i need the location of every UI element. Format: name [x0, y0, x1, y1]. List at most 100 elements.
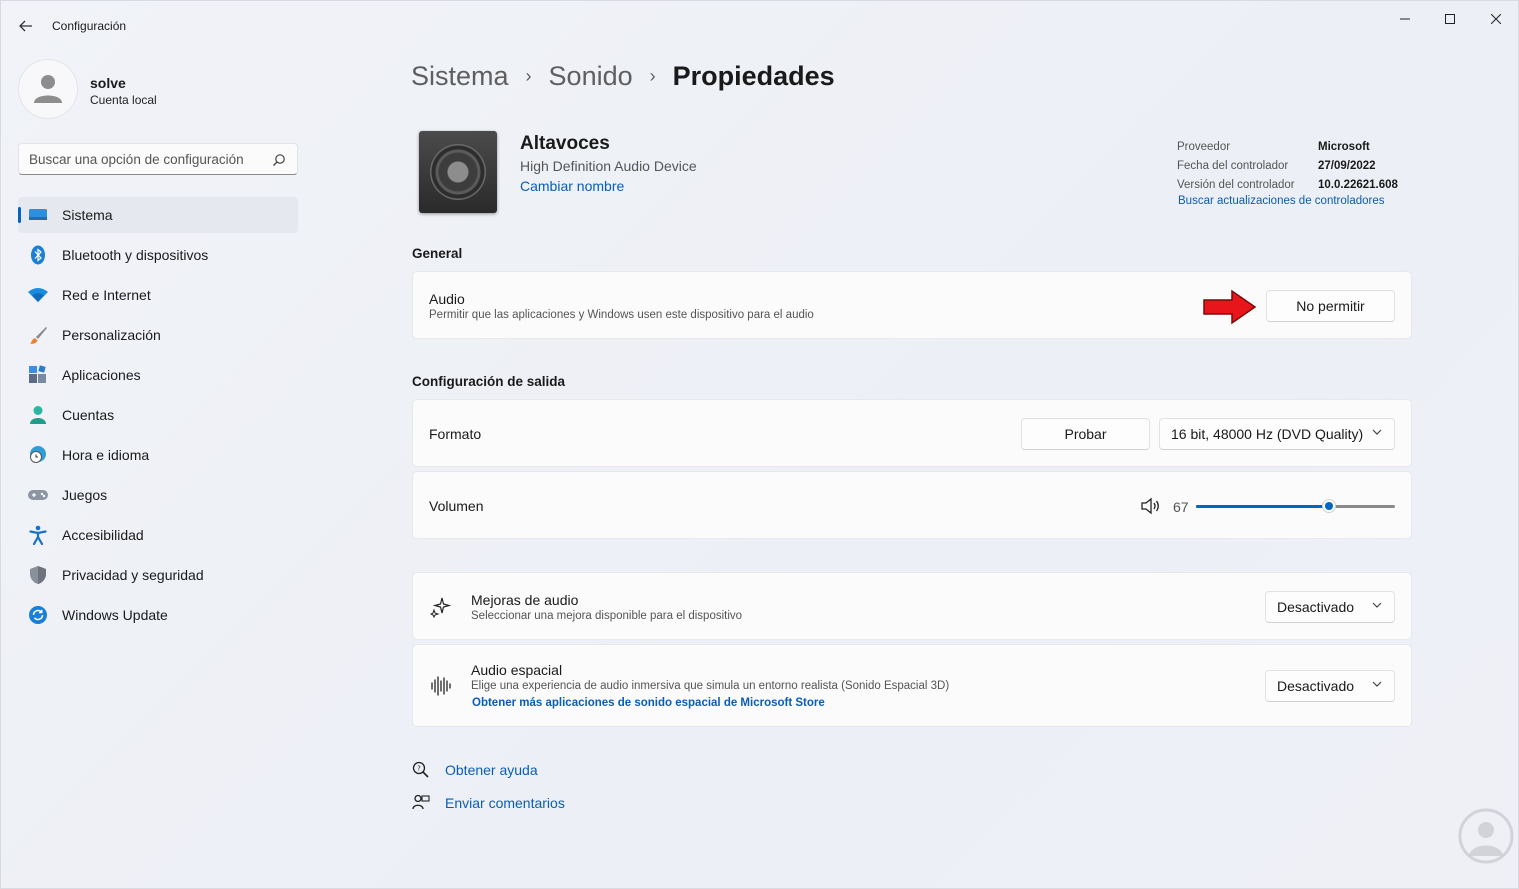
sidebar-item-label: Personalización: [62, 327, 161, 343]
sidebar-item-aplicaciones[interactable]: Aplicaciones: [18, 357, 298, 393]
help-icon: ?: [411, 760, 431, 780]
sidebar-item-label: Aplicaciones: [62, 367, 141, 383]
help-link[interactable]: Obtener ayuda: [445, 762, 538, 778]
maximize-button[interactable]: [1427, 7, 1473, 31]
rename-link[interactable]: Cambiar nombre: [520, 178, 624, 194]
person-icon: [27, 404, 49, 426]
minimize-icon: [1400, 18, 1410, 20]
sidebar-item-label: Juegos: [62, 487, 108, 503]
volume-slider[interactable]: [1196, 498, 1395, 514]
info-value: Microsoft: [1318, 140, 1370, 153]
info-key: Versión del controlador: [1177, 178, 1295, 191]
driver-info-row: Proveedor Microsoft: [1177, 137, 1398, 156]
enhancements-select[interactable]: Desactivado: [1265, 591, 1395, 623]
chevron-down-icon: [1372, 679, 1382, 692]
minimize-button[interactable]: [1382, 7, 1428, 31]
sidebar-item-label: Cuentas: [62, 407, 115, 423]
volume-slider-fill: [1196, 505, 1329, 508]
sidebar-item-bluetooth[interactable]: Bluetooth y dispositivos: [18, 237, 298, 273]
arrow-left-icon: [19, 20, 32, 32]
volume-slider-thumb[interactable]: [1322, 499, 1336, 513]
deny-audio-button[interactable]: No permitir: [1266, 290, 1395, 322]
brush-icon: [27, 324, 49, 346]
feedback-icon: [411, 793, 431, 813]
enhancements-description: Seleccionar una mejora disponible para e…: [471, 610, 743, 622]
format-card: Formato Probar 16 bit, 48000 Hz (DVD Qua…: [412, 399, 1412, 467]
sidebar-item-label: Accesibilidad: [62, 527, 144, 543]
breadcrumb-item-sonido[interactable]: Sonido: [549, 61, 633, 92]
monitor-icon: [27, 204, 49, 226]
sidebar-item-personalizacion[interactable]: Personalización: [18, 317, 298, 353]
volume-card: Volumen 67: [412, 471, 1412, 539]
section-title-general: General: [412, 246, 463, 261]
sidebar-item-privacidad[interactable]: Privacidad y seguridad: [18, 557, 298, 593]
sidebar-item-accesibilidad[interactable]: Accesibilidad: [18, 517, 298, 553]
title-bar: Configuración: [1, 1, 1518, 51]
back-button[interactable]: [13, 13, 39, 39]
sidebar-item-label: Bluetooth y dispositivos: [62, 247, 209, 263]
speaker-icon: [419, 131, 497, 213]
apps-icon: [27, 364, 49, 386]
info-value: 27/09/2022: [1318, 159, 1376, 172]
sidebar-item-hora[interactable]: Hora e idioma: [18, 437, 298, 473]
account-type: Cuenta local: [90, 93, 157, 107]
sparkle-icon: [430, 597, 452, 618]
sidebar-item-label: Red e Internet: [62, 287, 151, 303]
audio-card: Audio Permitir que las aplicaciones y Wi…: [412, 271, 1412, 339]
sidebar-item-windows-update[interactable]: Windows Update: [18, 597, 298, 633]
store-link[interactable]: Obtener más aplicaciones de sonido espac…: [472, 697, 825, 709]
test-button[interactable]: Probar: [1021, 418, 1150, 450]
audio-description: Permitir que las aplicaciones y Windows …: [429, 309, 814, 321]
format-select-value: 16 bit, 48000 Hz (DVD Quality): [1171, 426, 1364, 442]
user-profile[interactable]: solve Cuenta local: [18, 59, 298, 119]
globe-clock-icon: [27, 444, 49, 466]
driver-update-link[interactable]: Buscar actualizaciones de controladores: [1178, 195, 1384, 207]
breadcrumb: Sistema › Sonido › Propiedades: [411, 61, 835, 92]
sound-wave-icon: [431, 676, 451, 696]
watermark-logo: [1458, 808, 1514, 864]
enhancements-title: Mejoras de audio: [471, 592, 579, 608]
chevron-down-icon: [1372, 600, 1382, 613]
info-key: Fecha del controlador: [1177, 159, 1289, 172]
sidebar-item-label: Windows Update: [62, 607, 168, 623]
spatial-audio-card: Audio espacial Elige una experiencia de …: [412, 644, 1412, 727]
device-name: Altavoces: [520, 133, 610, 154]
page-title: Propiedades: [672, 61, 835, 91]
settings-window: Configuración solve Cuenta local Buscar …: [0, 0, 1519, 889]
avatar: [18, 59, 78, 119]
driver-info-row: Versión del controlador 10.0.22621.608: [1177, 175, 1398, 194]
breadcrumb-item-sistema[interactable]: Sistema: [411, 61, 509, 92]
chevron-right-icon: ›: [649, 66, 656, 86]
sidebar-item-sistema[interactable]: Sistema: [18, 197, 298, 233]
close-icon: [1491, 14, 1501, 24]
wifi-icon: [27, 284, 49, 306]
speaker-cone: [430, 144, 486, 200]
maximize-icon: [1445, 14, 1455, 24]
spatial-audio-description: Elige una experiencia de audio inmersiva…: [471, 680, 950, 692]
close-button[interactable]: [1473, 7, 1519, 31]
sidebar-item-red[interactable]: Red e Internet: [18, 277, 298, 313]
spatial-audio-select[interactable]: Desactivado: [1265, 670, 1395, 702]
chevron-right-icon: ›: [525, 66, 532, 86]
sidebar-item-cuentas[interactable]: Cuentas: [18, 397, 298, 433]
search-icon: [273, 154, 285, 166]
sidebar-item-label: Hora e idioma: [62, 447, 150, 463]
spatial-audio-title: Audio espacial: [471, 662, 563, 678]
user-name: solve: [90, 75, 126, 91]
search-box[interactable]: Buscar una opción de configuración: [18, 143, 298, 175]
sidebar-item-label: Sistema: [62, 207, 113, 223]
gamepad-icon: [27, 484, 49, 506]
update-icon: [27, 604, 49, 626]
format-select[interactable]: 16 bit, 48000 Hz (DVD Quality): [1159, 418, 1395, 450]
sidebar-item-juegos[interactable]: Juegos: [18, 477, 298, 513]
audio-title: Audio: [429, 291, 465, 307]
sidebar-item-label: Privacidad y seguridad: [62, 567, 204, 583]
feedback-link[interactable]: Enviar comentarios: [445, 795, 565, 811]
enhancements-card: Mejoras de audio Seleccionar una mejora …: [412, 572, 1412, 640]
device-description: High Definition Audio Device: [520, 158, 697, 174]
speaker-volume-icon[interactable]: [1140, 496, 1162, 516]
search-input[interactable]: Buscar una opción de configuración: [29, 152, 244, 167]
red-arrow-icon: [1203, 289, 1257, 325]
volume-value: 67: [1173, 499, 1189, 515]
sidebar-nav: Sistema Bluetooth y dispositivos Red e I…: [18, 197, 298, 637]
